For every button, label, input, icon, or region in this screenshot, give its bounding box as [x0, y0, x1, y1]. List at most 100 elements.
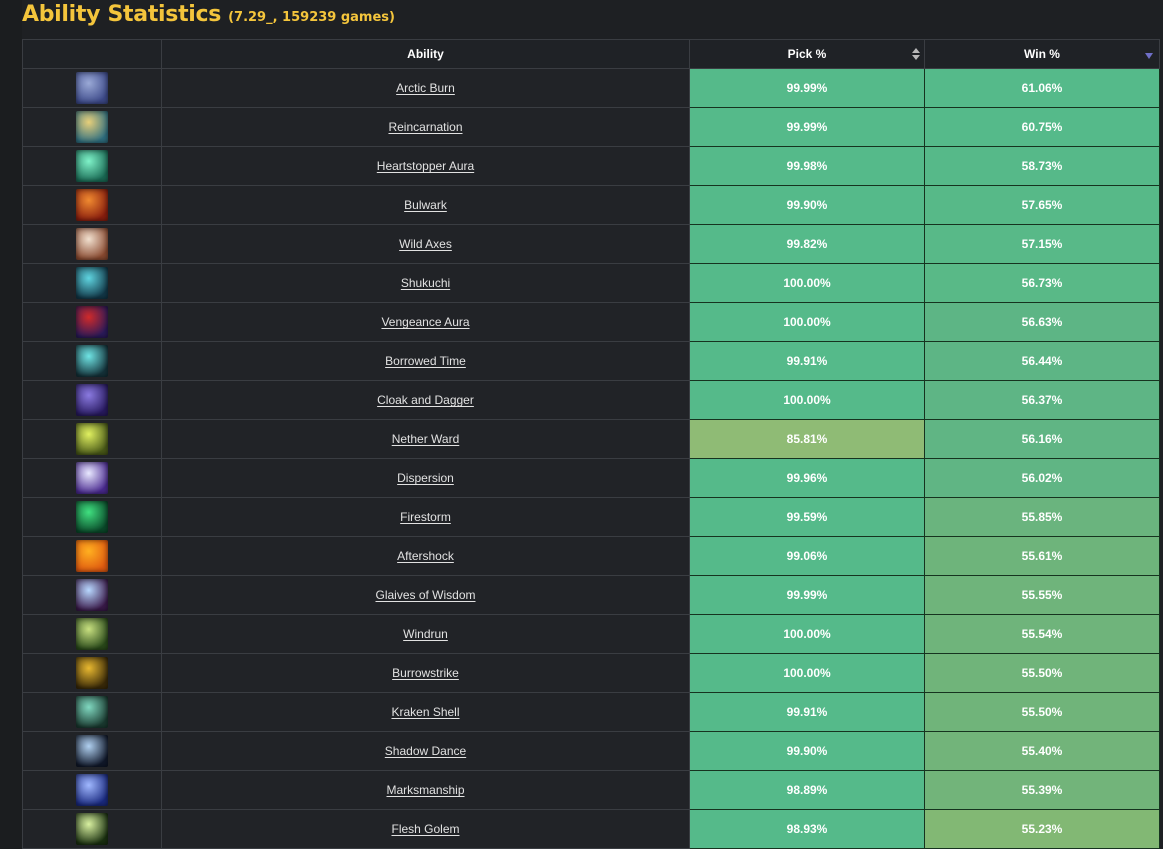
ability-icon-cell — [22, 68, 162, 108]
ability-icon-cell — [22, 302, 162, 342]
vengeance-aura-icon — [76, 306, 108, 338]
page-header: Ability Statistics (7.29_, 159239 games) — [22, 2, 395, 36]
ability-link[interactable]: Burrowstrike — [392, 666, 459, 680]
sort-descending-icon[interactable] — [1145, 53, 1153, 59]
page-left-gutter — [0, 0, 22, 849]
ability-link[interactable]: Reincarnation — [388, 120, 462, 134]
table-row: Windrun 100.00% 55.54% — [22, 614, 1160, 654]
flesh-golem-icon — [76, 813, 108, 845]
ability-link[interactable]: Shukuchi — [401, 276, 450, 290]
table-row: Flesh Golem 98.93% 55.23% — [22, 809, 1160, 849]
ability-link[interactable]: Shadow Dance — [385, 744, 466, 758]
pick-rate-cell: 99.99% — [689, 107, 925, 147]
pick-rate-cell: 99.90% — [689, 731, 925, 771]
pick-rate-cell: 99.82% — [689, 224, 925, 264]
ability-link[interactable]: Nether Ward — [392, 432, 460, 446]
pick-rate-cell: 100.00% — [689, 614, 925, 654]
shadow-dance-icon — [76, 735, 108, 767]
ability-link[interactable]: Dispersion — [397, 471, 454, 485]
page-title: Ability Statistics — [22, 2, 222, 27]
ability-name-cell: Vengeance Aura — [161, 302, 690, 342]
nether-ward-icon — [76, 423, 108, 455]
table-row: Marksmanship 98.89% 55.39% — [22, 770, 1160, 810]
win-rate-cell: 56.73% — [924, 263, 1160, 303]
dispersion-icon — [76, 462, 108, 494]
ability-link[interactable]: Heartstopper Aura — [377, 159, 474, 173]
ability-link[interactable]: Glaives of Wisdom — [375, 588, 475, 602]
ability-link[interactable]: Arctic Burn — [396, 81, 455, 95]
column-header-win[interactable]: Win % — [924, 39, 1160, 69]
ability-name-cell: Marksmanship — [161, 770, 690, 810]
pick-rate-cell: 100.00% — [689, 263, 925, 303]
table-row: Aftershock 99.06% 55.61% — [22, 536, 1160, 576]
ability-icon-cell — [22, 419, 162, 459]
win-rate-cell: 55.54% — [924, 614, 1160, 654]
ability-link[interactable]: Windrun — [403, 627, 448, 641]
reincarnation-icon — [76, 111, 108, 143]
column-header-ability-label: Ability — [407, 47, 444, 61]
ability-link[interactable]: Marksmanship — [386, 783, 464, 797]
ability-icon-cell — [22, 536, 162, 576]
win-rate-cell: 55.55% — [924, 575, 1160, 615]
ability-icon-cell — [22, 224, 162, 264]
ability-name-cell: Bulwark — [161, 185, 690, 225]
ability-link[interactable]: Vengeance Aura — [381, 315, 469, 329]
ability-link[interactable]: Bulwark — [404, 198, 447, 212]
ability-link[interactable]: Kraken Shell — [391, 705, 459, 719]
marksmanship-icon — [76, 774, 108, 806]
win-rate-cell: 55.61% — [924, 536, 1160, 576]
ability-stats-table: Ability Pick % Win % Arctic Burn 99.99% 61… — [22, 39, 1160, 849]
win-rate-cell: 55.39% — [924, 770, 1160, 810]
column-header-pick[interactable]: Pick % — [689, 39, 925, 69]
win-rate-cell: 56.63% — [924, 302, 1160, 342]
table-row: Burrowstrike 100.00% 55.50% — [22, 653, 1160, 693]
win-rate-cell: 61.06% — [924, 68, 1160, 108]
ability-icon-cell — [22, 731, 162, 771]
sort-unsorted-icon[interactable] — [912, 48, 920, 60]
ability-icon-cell — [22, 341, 162, 381]
column-header-ability[interactable]: Ability — [161, 39, 690, 69]
heartstopper-aura-icon — [76, 150, 108, 182]
pick-rate-cell: 99.99% — [689, 68, 925, 108]
ability-name-cell: Arctic Burn — [161, 68, 690, 108]
ability-link[interactable]: Wild Axes — [399, 237, 452, 251]
ability-link[interactable]: Firestorm — [400, 510, 451, 524]
table-row: Kraken Shell 99.91% 55.50% — [22, 692, 1160, 732]
ability-icon-cell — [22, 770, 162, 810]
pick-rate-cell: 99.06% — [689, 536, 925, 576]
ability-icon-cell — [22, 692, 162, 732]
ability-name-cell: Flesh Golem — [161, 809, 690, 849]
ability-icon-cell — [22, 185, 162, 225]
pick-rate-cell: 100.00% — [689, 653, 925, 693]
win-rate-cell: 56.02% — [924, 458, 1160, 498]
pick-rate-cell: 99.91% — [689, 692, 925, 732]
ability-icon-cell — [22, 497, 162, 537]
win-rate-cell: 57.65% — [924, 185, 1160, 225]
ability-name-cell: Windrun — [161, 614, 690, 654]
table-row: Glaives of Wisdom 99.99% 55.55% — [22, 575, 1160, 615]
kraken-shell-icon — [76, 696, 108, 728]
ability-name-cell: Cloak and Dagger — [161, 380, 690, 420]
table-row: Reincarnation 99.99% 60.75% — [22, 107, 1160, 147]
ability-name-cell: Aftershock — [161, 536, 690, 576]
shukuchi-icon — [76, 267, 108, 299]
table-row: Wild Axes 99.82% 57.15% — [22, 224, 1160, 264]
pick-rate-cell: 99.96% — [689, 458, 925, 498]
glaives-of-wisdom-icon — [76, 579, 108, 611]
table-row: Heartstopper Aura 99.98% 58.73% — [22, 146, 1160, 186]
wild-axes-icon — [76, 228, 108, 260]
ability-name-cell: Glaives of Wisdom — [161, 575, 690, 615]
ability-name-cell: Shukuchi — [161, 263, 690, 303]
ability-link[interactable]: Flesh Golem — [391, 822, 459, 836]
bulwark-icon — [76, 189, 108, 221]
column-header-win-label: Win % — [1024, 47, 1060, 61]
page-subtitle: (7.29_, 159239 games) — [228, 10, 395, 25]
ability-link[interactable]: Borrowed Time — [385, 354, 466, 368]
cloak-and-dagger-icon — [76, 384, 108, 416]
ability-icon-cell — [22, 809, 162, 849]
table-row: Cloak and Dagger 100.00% 56.37% — [22, 380, 1160, 420]
column-header-icon — [22, 39, 162, 69]
ability-link[interactable]: Aftershock — [397, 549, 454, 563]
win-rate-cell: 56.44% — [924, 341, 1160, 381]
ability-link[interactable]: Cloak and Dagger — [377, 393, 474, 407]
